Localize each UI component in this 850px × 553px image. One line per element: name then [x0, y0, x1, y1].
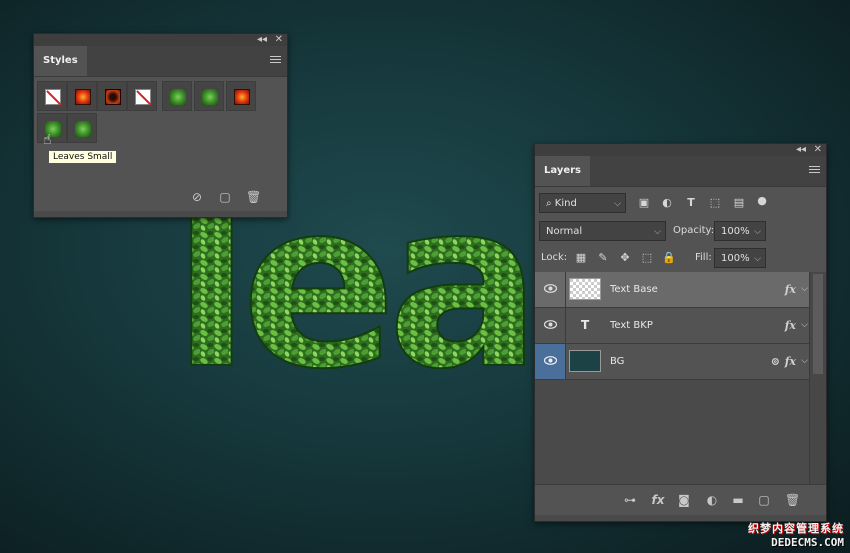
chevron-down-icon[interactable]: ⌵: [801, 344, 808, 379]
chevron-down-icon: ⌵: [654, 227, 661, 237]
layer-list: Text Base fx ⌵ T Text BKP fx ⌵ BG ⊚ fx ⌵: [535, 272, 826, 487]
fx-icon[interactable]: fx: [785, 308, 796, 343]
lock-transparency-icon[interactable]: ▦: [573, 250, 589, 266]
chevron-down-icon: ⌵: [614, 199, 621, 209]
hand-cursor-icon: ☝: [43, 132, 52, 148]
eye-icon: [544, 320, 557, 329]
shape-filter-icon[interactable]: ⬚: [707, 195, 723, 211]
blend-mode-value: Normal: [546, 226, 583, 237]
smart-filter-icon: ⊚: [770, 355, 780, 368]
layer-filter-dropdown[interactable]: ⌕ Kind ⌵: [539, 193, 626, 213]
styles-footer: ⊘ ▢ 🗑: [34, 184, 287, 210]
filter-toggle-icon[interactable]: ●: [754, 193, 770, 209]
chevron-down-icon[interactable]: ⌵: [801, 308, 808, 343]
new-style-icon[interactable]: ▢: [218, 190, 232, 204]
trash-icon[interactable]: 🗑: [785, 493, 800, 507]
lock-position-icon[interactable]: ✥: [617, 250, 633, 266]
visibility-toggle[interactable]: [535, 272, 566, 307]
search-icon: ⌕: [546, 198, 552, 209]
close-icon[interactable]: ✕: [275, 34, 283, 46]
layers-panel: ◂◂ ✕ Layers ⌕ Kind ⌵ ▣ ◐ T ⬚ ▤ ● Normal …: [534, 143, 827, 522]
opacity-value: 100%: [721, 226, 750, 237]
lock-label: Lock:: [541, 252, 568, 263]
lock-all-icon[interactable]: 🔒: [661, 250, 677, 266]
visibility-toggle[interactable]: [535, 308, 566, 343]
tooltip-leaves-small: Leaves Small: [48, 150, 118, 164]
layer-row-text-bkp[interactable]: T Text BKP fx ⌵: [535, 308, 810, 344]
layers-footer: ⊶ fx ◙ ◐ ▬ ▢ 🗑: [535, 484, 826, 515]
panel-resize-grip[interactable]: [34, 211, 287, 217]
close-icon[interactable]: ✕: [814, 144, 822, 156]
mask-icon[interactable]: ◙: [677, 493, 691, 507]
layers-tab-row: Layers: [535, 156, 826, 187]
styles-tab-row: Styles: [34, 46, 287, 77]
panel-menu-icon[interactable]: [270, 56, 281, 65]
tab-layers[interactable]: Layers: [535, 156, 590, 186]
link-icon[interactable]: ⊶: [623, 493, 637, 507]
eye-icon: [544, 356, 557, 365]
layer-name: BG: [610, 356, 625, 367]
eye-icon: [544, 284, 557, 293]
style-swatch-green[interactable]: [194, 81, 224, 111]
style-swatch-red[interactable]: [67, 81, 97, 111]
style-swatch-green[interactable]: [67, 113, 97, 143]
fx-icon[interactable]: fx: [785, 344, 796, 379]
lock-artboard-icon[interactable]: ⬚: [639, 250, 655, 266]
style-swatch-red[interactable]: [226, 81, 256, 111]
collapse-icon[interactable]: ◂◂: [796, 144, 806, 156]
fx-icon[interactable]: fx: [651, 493, 665, 507]
fill-field[interactable]: 100% ⌵: [714, 248, 766, 268]
layer-thumbnail: [569, 350, 601, 372]
delete-style-icon[interactable]: ⊘: [190, 190, 204, 204]
style-swatch-none[interactable]: [127, 81, 157, 111]
chevron-down-icon: ⌵: [754, 227, 761, 237]
tab-styles[interactable]: Styles: [34, 46, 87, 76]
opacity-field[interactable]: 100% ⌵: [714, 221, 766, 241]
watermark: 织梦内容管理系统 DEDECMS.COM: [748, 520, 844, 549]
trash-icon[interactable]: 🗑: [246, 190, 261, 204]
style-swatch-none[interactable]: [37, 81, 67, 111]
image-filter-icon[interactable]: ▣: [636, 195, 652, 211]
style-swatch-green[interactable]: [162, 81, 192, 111]
chevron-down-icon[interactable]: ⌵: [801, 272, 808, 307]
folder-icon[interactable]: ▬: [731, 493, 745, 507]
adjustment-icon[interactable]: ◐: [705, 493, 719, 507]
fill-label: Fill:: [695, 252, 712, 263]
lock-image-icon[interactable]: ✎: [595, 250, 611, 266]
fx-icon[interactable]: fx: [785, 272, 796, 307]
style-swatch-dark[interactable]: [97, 81, 127, 111]
watermark-line2: DEDECMS.COM: [771, 536, 844, 549]
styles-panel-topbar[interactable]: ◂◂ ✕: [34, 34, 287, 46]
filter-kind-value: Kind: [554, 198, 577, 209]
text-layer-icon: T: [581, 318, 590, 332]
layer-thumbnail: [569, 278, 601, 300]
layer-name: Text BKP: [610, 320, 653, 331]
visibility-toggle[interactable]: [535, 344, 566, 379]
fill-value: 100%: [721, 253, 750, 264]
smart-object-filter-icon[interactable]: ▤: [731, 195, 747, 211]
watermark-line1: 织梦内容管理系统: [748, 522, 844, 535]
chevron-down-icon: ⌵: [754, 254, 761, 264]
new-layer-icon[interactable]: ▢: [757, 493, 771, 507]
blend-mode-dropdown[interactable]: Normal ⌵: [539, 221, 666, 241]
type-filter-icon[interactable]: T: [683, 195, 699, 211]
scrollbar-thumb[interactable]: [813, 274, 823, 374]
style-swatch-leaves-small[interactable]: [37, 113, 67, 143]
adjustment-filter-icon[interactable]: ◐: [659, 195, 675, 211]
collapse-icon[interactable]: ◂◂: [257, 34, 267, 46]
panel-menu-icon[interactable]: [809, 166, 820, 175]
layer-row-bg[interactable]: BG ⊚ fx ⌵: [535, 344, 810, 380]
layer-name: Text Base: [610, 284, 658, 295]
styles-panel: ◂◂ ✕ Styles ⊘ ▢ 🗑: [33, 33, 288, 218]
layers-scrollbar[interactable]: [809, 272, 826, 487]
opacity-label: Opacity:: [673, 225, 715, 236]
layer-row-text-base[interactable]: Text Base fx ⌵: [535, 272, 810, 308]
layers-panel-topbar[interactable]: ◂◂ ✕: [535, 144, 826, 156]
